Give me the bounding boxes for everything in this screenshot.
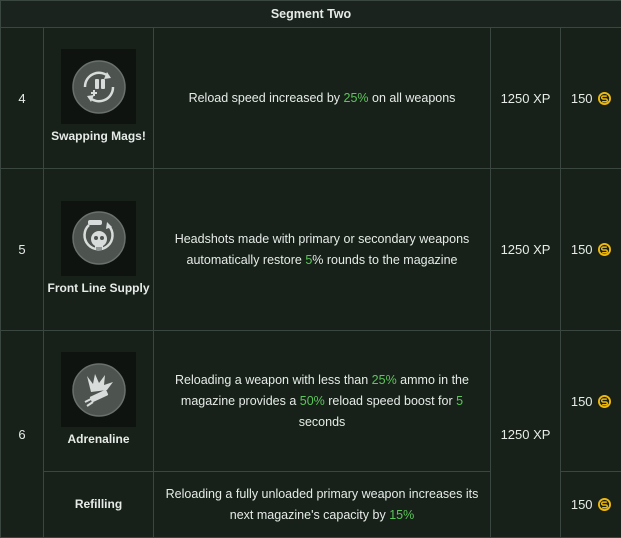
table-row: 6 Adrenaline Reloading a weapon with les… xyxy=(1,331,621,472)
xp-cost: 1250 XP xyxy=(491,169,561,331)
perk-name: Adrenaline xyxy=(46,429,151,450)
coin-cost: 150 xyxy=(561,331,621,472)
coin-cost: 150 xyxy=(561,169,621,331)
adrenaline-icon xyxy=(61,352,136,427)
perk-name: Front Line Supply xyxy=(46,278,151,299)
perk-cell: Front Line Supply xyxy=(44,169,154,331)
battle-pass-segment-table: Segment Two 4 Swapping Mags! Reload spe xyxy=(0,0,621,538)
segment-title: Segment Two xyxy=(1,1,621,28)
coin-icon xyxy=(598,498,611,511)
perk-description: Reload speed increased by 25% on all wea… xyxy=(154,28,491,169)
perk-name: Swapping Mags! xyxy=(46,126,151,147)
perk-description: Headshots made with primary or secondary… xyxy=(154,169,491,331)
xp-cost: 1250 XP xyxy=(491,331,561,538)
table-row: 5 Front Line Supply Headshots made with … xyxy=(1,169,621,331)
coin-icon xyxy=(598,395,611,408)
coin-icon xyxy=(598,92,611,105)
xp-cost: 1250 XP xyxy=(491,28,561,169)
perk-description: Reloading a fully unloaded primary weapo… xyxy=(154,472,491,538)
tier-number: 4 xyxy=(1,28,44,169)
coin-cost: 150 xyxy=(561,472,621,538)
table-row: 4 Swapping Mags! Reload speed increased … xyxy=(1,28,621,169)
swap-mags-icon xyxy=(61,49,136,124)
perk-cell: Swapping Mags! xyxy=(44,28,154,169)
perk-description: Reloading a weapon with less than 25% am… xyxy=(154,331,491,472)
tier-number: 5 xyxy=(1,169,44,331)
skull-ammo-icon xyxy=(61,201,136,276)
tier-number: 6 xyxy=(1,331,44,538)
perk-name: Refilling xyxy=(46,494,151,515)
coin-icon xyxy=(598,243,611,256)
perk-cell: Refilling xyxy=(44,472,154,538)
perk-cell: Adrenaline xyxy=(44,331,154,472)
coin-cost: 150 xyxy=(561,28,621,169)
